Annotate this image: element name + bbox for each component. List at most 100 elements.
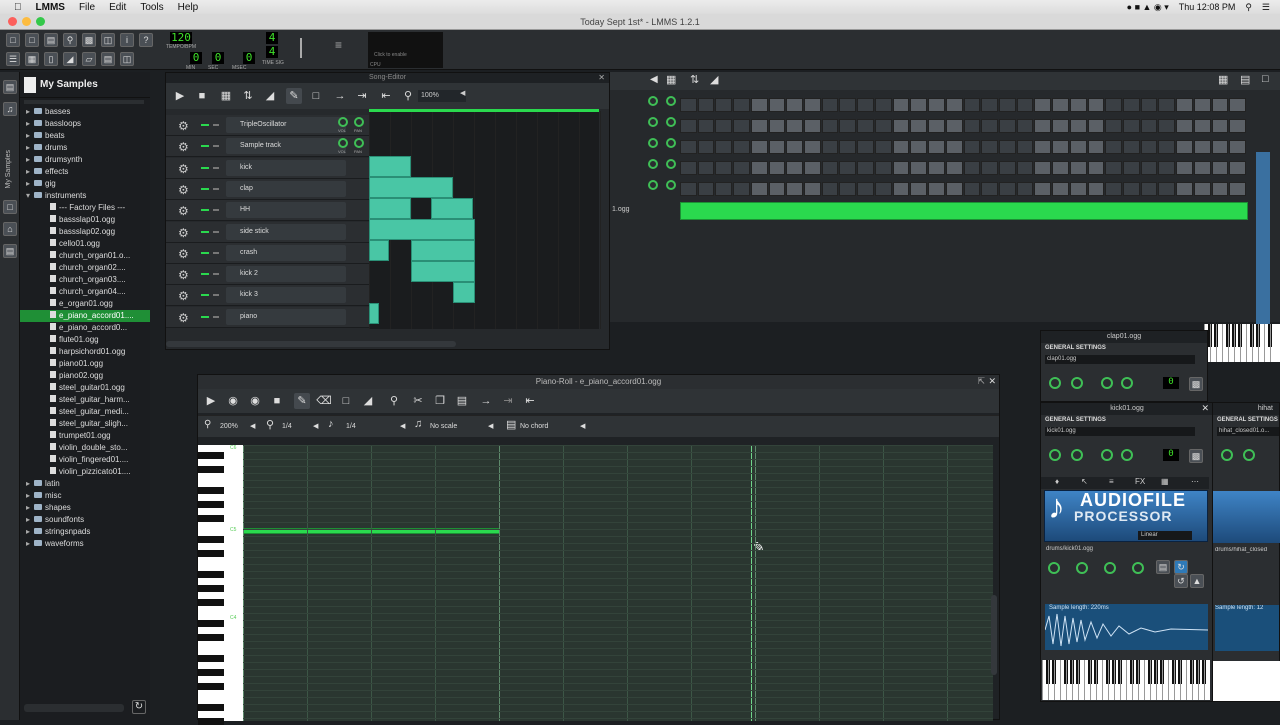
track-vol-knob[interactable] xyxy=(338,138,348,149)
tree-file[interactable]: flute01.ogg xyxy=(20,334,150,346)
black-key[interactable] xyxy=(198,704,224,711)
bb-step[interactable] xyxy=(1016,182,1034,196)
tree-folder[interactable]: ▸ shapes xyxy=(20,502,150,514)
black-key[interactable] xyxy=(198,466,224,473)
afp-end-knob[interactable] xyxy=(1104,562,1116,574)
master-pitch-slider[interactable]: ≡ xyxy=(335,38,345,58)
clap-pitch-knob[interactable] xyxy=(1101,377,1113,389)
expand-arrow-right-icon[interactable]: ▸ xyxy=(26,118,34,130)
bb-step[interactable] xyxy=(715,140,733,154)
bb-step[interactable] xyxy=(910,140,928,154)
add-beat-track-icon[interactable]: ▦ xyxy=(218,88,234,104)
pr-scale-arrow[interactable]: ◀ xyxy=(488,420,493,434)
track-name-button[interactable]: side stick xyxy=(226,223,346,240)
controller-rack-icon[interactable]: ◫ xyxy=(120,52,134,66)
bb-step[interactable] xyxy=(1158,98,1176,112)
bb-step[interactable] xyxy=(839,140,857,154)
info-icon[interactable]: i xyxy=(120,33,134,47)
hihat-sample-path[interactable]: drums/hihat_closed xyxy=(1215,547,1279,553)
cpu-graph[interactable]: Click to enable CPU xyxy=(368,32,443,68)
bb-step[interactable] xyxy=(1016,119,1034,133)
bb-step[interactable] xyxy=(857,119,874,133)
bb-step[interactable] xyxy=(697,98,715,112)
expand-arrow-right-icon[interactable]: ▸ xyxy=(26,154,34,166)
bb-step[interactable] xyxy=(998,182,1016,196)
bb-vol-knob[interactable] xyxy=(648,159,658,169)
stop-button[interactable]: ■ xyxy=(194,88,210,104)
afp-loop-knob[interactable] xyxy=(1132,562,1144,574)
track-pan-knob[interactable] xyxy=(354,138,364,149)
bb-step[interactable] xyxy=(928,182,945,196)
bb-step[interactable] xyxy=(1193,98,1211,112)
bb-step[interactable] xyxy=(1122,140,1140,154)
track-mute-button[interactable] xyxy=(201,230,209,233)
bb-step[interactable] xyxy=(1211,119,1229,133)
pr-loop-icon[interactable]: ⇥ xyxy=(500,393,516,409)
bb-step[interactable] xyxy=(963,98,981,112)
bb-step[interactable] xyxy=(750,161,768,175)
bb-step[interactable] xyxy=(733,119,750,133)
pr-copy-icon[interactable]: ❐ xyxy=(432,393,448,409)
tree-file[interactable]: --- Factory Files --- xyxy=(20,202,150,214)
bb-step[interactable] xyxy=(786,140,804,154)
kick-name-field[interactable]: kick01.ogg xyxy=(1045,427,1195,436)
bb-step[interactable] xyxy=(697,161,715,175)
bb-step[interactable] xyxy=(715,98,733,112)
bb-step-row[interactable] xyxy=(680,182,1246,196)
auto-scroll-icon[interactable]: → xyxy=(332,88,348,104)
menu-tools[interactable]: Tools xyxy=(140,2,163,13)
pr-draw-icon[interactable]: ✎ xyxy=(294,393,310,409)
bb-step[interactable] xyxy=(981,140,998,154)
bb-step[interactable] xyxy=(1034,98,1052,112)
export-icon[interactable]: ◫ xyxy=(101,33,115,47)
expand-arrow-right-icon[interactable]: ▸ xyxy=(26,166,34,178)
bb-step[interactable] xyxy=(821,182,839,196)
song-pattern-grid[interactable] xyxy=(369,111,601,329)
zoom-dropdown-arrow[interactable]: ◀ xyxy=(460,89,465,97)
hihat-vol-knob[interactable] xyxy=(1221,449,1233,461)
tree-file[interactable]: piano02.ogg xyxy=(20,370,150,382)
tree-file[interactable]: steel_guitar01.ogg xyxy=(20,382,150,394)
expand-arrow-right-icon[interactable]: ▸ xyxy=(26,106,34,118)
bb-vol-knob[interactable] xyxy=(648,96,658,106)
black-key[interactable] xyxy=(198,683,224,690)
track-name-button[interactable]: kick 3 xyxy=(226,287,346,304)
bb-step[interactable] xyxy=(1052,140,1069,154)
expand-arrow-right-icon[interactable]: ▸ xyxy=(26,502,34,514)
bb-step[interactable] xyxy=(768,98,786,112)
bb-step[interactable] xyxy=(839,119,857,133)
bb-step[interactable] xyxy=(1034,119,1052,133)
track-gear-icon[interactable]: ⚙ xyxy=(178,204,189,218)
bb-add-steps-icon[interactable]: ▦ xyxy=(666,73,676,86)
bb-step[interactable] xyxy=(874,119,892,133)
bb-step[interactable] xyxy=(680,182,697,196)
bb-step[interactable] xyxy=(1052,161,1069,175)
bb-step[interactable] xyxy=(874,140,892,154)
pr-note-length-arrow[interactable]: ◀ xyxy=(400,420,405,434)
track-name-button[interactable]: TripleOscillator xyxy=(226,117,346,133)
bb-remove-steps-icon[interactable]: ◢ xyxy=(710,73,718,86)
song-track[interactable]: ⚙ HH xyxy=(166,200,370,222)
pattern-block[interactable] xyxy=(431,198,473,219)
track-solo-button[interactable] xyxy=(213,230,219,233)
interpolation-select[interactable]: Linear xyxy=(1138,531,1192,540)
bb-step[interactable] xyxy=(821,119,839,133)
recent-projects-icon[interactable]: ⚲ xyxy=(63,33,77,47)
pattern-block[interactable] xyxy=(453,282,475,303)
pattern-block[interactable] xyxy=(369,303,379,324)
pattern-block[interactable] xyxy=(369,219,475,240)
pr-note-length-select[interactable]: 1/4 xyxy=(346,420,356,434)
bb-step[interactable] xyxy=(892,161,910,175)
track-mute-button[interactable] xyxy=(201,315,209,318)
tree-file[interactable]: steel_guitar_medi... xyxy=(20,406,150,418)
pr-quantize-icon[interactable]: ⚲ xyxy=(386,393,402,409)
project-notes-icon[interactable]: ▤ xyxy=(101,52,115,66)
bb-step[interactable] xyxy=(1069,161,1087,175)
sidebar-scrollbar[interactable] xyxy=(24,704,124,712)
black-key[interactable] xyxy=(198,501,224,508)
track-mute-button[interactable] xyxy=(201,187,209,190)
bb-add-automation-icon[interactable]: ⇅ xyxy=(690,73,699,86)
pr-record-accomp-button[interactable]: ◉ xyxy=(247,393,263,409)
bb-step[interactable] xyxy=(910,182,928,196)
sample-path[interactable]: drums/kick01.ogg xyxy=(1046,546,1186,555)
